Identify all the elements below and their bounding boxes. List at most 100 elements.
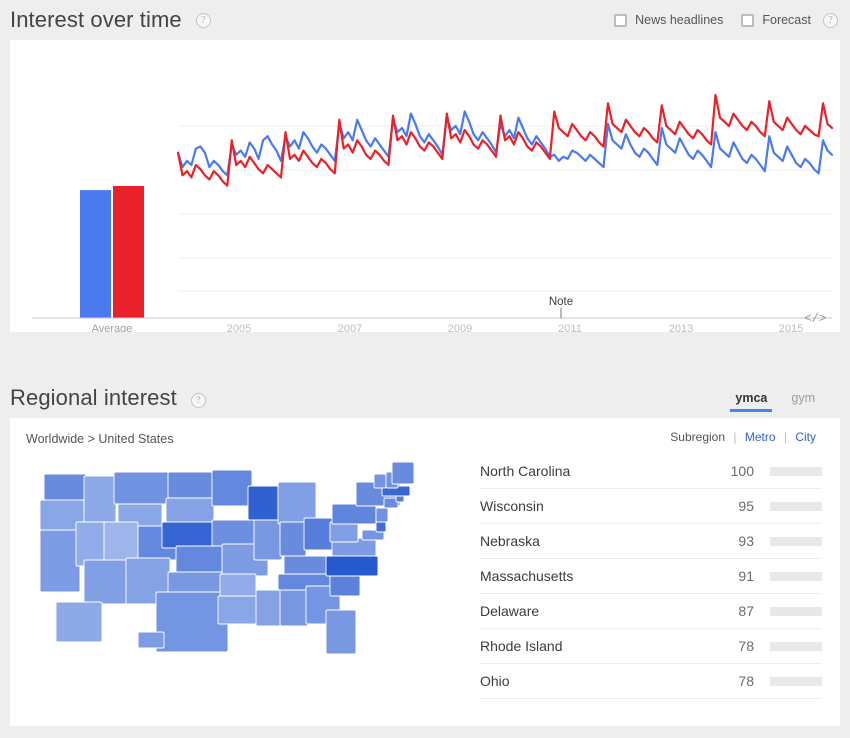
- scope-subregion[interactable]: Subregion: [670, 430, 725, 444]
- average-axis-label: Average: [92, 323, 133, 332]
- region-value: 78: [738, 673, 754, 689]
- map-state-WA[interactable]: [43, 473, 87, 501]
- region-name: Delaware: [480, 603, 540, 619]
- map-state-ME[interactable]: [391, 461, 415, 485]
- map-state-AK[interactable]: [55, 601, 103, 643]
- regional-interest-title: Regional interest: [10, 385, 177, 410]
- map-state-DE[interactable]: [375, 521, 387, 533]
- interest-over-time-svg[interactable]: 2005 2007 2009 2011 2013 2015 Average Note: [10, 40, 840, 332]
- scope-separator: |: [733, 430, 737, 444]
- trends-chart[interactable]: 2005 2007 2009 2011 2013 2015 Average Note </>: [10, 40, 840, 332]
- map-state-IA[interactable]: [211, 519, 257, 547]
- interest-over-time-card: 2005 2007 2009 2011 2013 2015 Average Note </>: [10, 40, 840, 332]
- scope-selector: Subregion | Metro | City: [480, 430, 822, 444]
- map-state-MS[interactable]: [255, 589, 283, 627]
- note-annotation-label[interactable]: Note: [549, 296, 573, 308]
- series-line-gym[interactable]: [176, 93, 834, 187]
- region-name: Massachusetts: [480, 568, 574, 584]
- region-bar-track: [770, 676, 822, 686]
- map-state-NC[interactable]: [325, 555, 379, 577]
- help-icon[interactable]: ?: [190, 393, 206, 408]
- map-state-ND[interactable]: [167, 471, 215, 499]
- map-state-SC[interactable]: [329, 573, 361, 597]
- region-value: 91: [738, 568, 754, 584]
- region-bar-track: [770, 536, 822, 546]
- map-state-VT[interactable]: [373, 473, 387, 489]
- map-state-FL[interactable]: [325, 609, 357, 655]
- map-state-HI[interactable]: [137, 631, 165, 649]
- chart-controls: News headlines Forecast ?: [614, 12, 838, 28]
- tab-gym[interactable]: gym: [786, 391, 820, 412]
- map-state-KS[interactable]: [175, 545, 227, 575]
- region-value: 78: [738, 638, 754, 654]
- table-row[interactable]: Delaware 87: [480, 594, 822, 629]
- map-state-IN[interactable]: [279, 521, 307, 557]
- map-state-NJ[interactable]: [375, 507, 389, 523]
- embed-code-icon[interactable]: </>: [804, 311, 826, 326]
- region-bar-track: [770, 571, 822, 581]
- x-axis-tick-label: 2007: [338, 323, 362, 332]
- x-axis-tick-label: 2009: [448, 323, 472, 332]
- region-bar-track: [770, 501, 822, 511]
- region-name: Wisconsin: [480, 498, 544, 514]
- map-state-MN[interactable]: [211, 469, 253, 507]
- map-state-SD[interactable]: [165, 497, 215, 525]
- forecast-help-icon[interactable]: ?: [823, 12, 838, 28]
- map-state-KY[interactable]: [283, 555, 333, 577]
- map-state-NV[interactable]: [75, 521, 107, 567]
- table-row[interactable]: Rhode Island 78: [480, 629, 822, 664]
- map-state-ID[interactable]: [83, 475, 117, 523]
- region-name: Ohio: [480, 673, 510, 689]
- map-state-UT[interactable]: [103, 521, 139, 563]
- region-name: Rhode Island: [480, 638, 563, 654]
- map-state-CA[interactable]: [39, 529, 81, 593]
- section-divider: [0, 332, 850, 340]
- region-list: North Carolina 100 Wisconsin 95 Nebraska 93 Ma…: [480, 454, 822, 699]
- map-state-WI[interactable]: [247, 485, 283, 521]
- region-value: 100: [730, 463, 754, 479]
- regional-interest-card: Worldwide > United States Subregion | Me…: [10, 418, 840, 726]
- breadcrumb-separator: >: [87, 432, 95, 446]
- region-value: 95: [738, 498, 754, 514]
- table-row[interactable]: Massachusetts 91: [480, 559, 822, 594]
- region-list-column: Subregion | Metro | City North Carolina 1…: [470, 418, 840, 726]
- breadcrumb-current: United States: [98, 432, 174, 446]
- x-axis-tick-label: 2015: [779, 323, 803, 332]
- map-state-LA[interactable]: [217, 595, 261, 625]
- breadcrumb: Worldwide > United States: [26, 432, 470, 446]
- news-headlines-checkbox[interactable]: News headlines: [614, 13, 723, 27]
- us-choropleth-map[interactable]: [26, 460, 426, 670]
- x-axis-tick-label: 2011: [558, 323, 582, 332]
- region-name: Nebraska: [480, 533, 540, 549]
- map-state-AL[interactable]: [279, 587, 309, 627]
- map-state-NE[interactable]: [161, 521, 219, 549]
- map-state-PA[interactable]: [331, 503, 377, 525]
- table-row[interactable]: Ohio 78: [480, 664, 822, 699]
- average-bar-gym[interactable]: [113, 186, 144, 318]
- news-headlines-label: News headlines: [635, 13, 724, 27]
- region-name: North Carolina: [480, 463, 571, 479]
- average-bar-ymca[interactable]: [80, 190, 111, 318]
- map-state-AZ[interactable]: [83, 559, 129, 605]
- page-title: Interest over time: [10, 7, 182, 32]
- table-row[interactable]: Nebraska 93: [480, 524, 822, 559]
- map-state-WV[interactable]: [329, 521, 359, 543]
- region-bar-track: [770, 466, 822, 476]
- map-state-TX[interactable]: [155, 591, 229, 653]
- breadcrumb-worldwide[interactable]: Worldwide: [26, 432, 84, 446]
- series-line-ymca[interactable]: [176, 110, 834, 177]
- scope-metro[interactable]: Metro: [745, 430, 776, 444]
- scope-city[interactable]: City: [795, 430, 816, 444]
- help-icon[interactable]: ?: [195, 12, 211, 28]
- region-bar-track: [770, 606, 822, 616]
- tab-ymca[interactable]: ymca: [730, 391, 773, 412]
- table-row[interactable]: Wisconsin 95: [480, 489, 822, 524]
- forecast-checkbox[interactable]: Forecast: [741, 13, 811, 27]
- map-state-AR[interactable]: [219, 573, 257, 599]
- map-state-IL[interactable]: [253, 519, 283, 561]
- checkbox-box: [614, 13, 628, 27]
- map-state-MT[interactable]: [113, 471, 171, 505]
- us-map-svg[interactable]: [26, 460, 426, 670]
- table-row[interactable]: North Carolina 100: [480, 454, 822, 489]
- checkbox-box: [741, 13, 755, 27]
